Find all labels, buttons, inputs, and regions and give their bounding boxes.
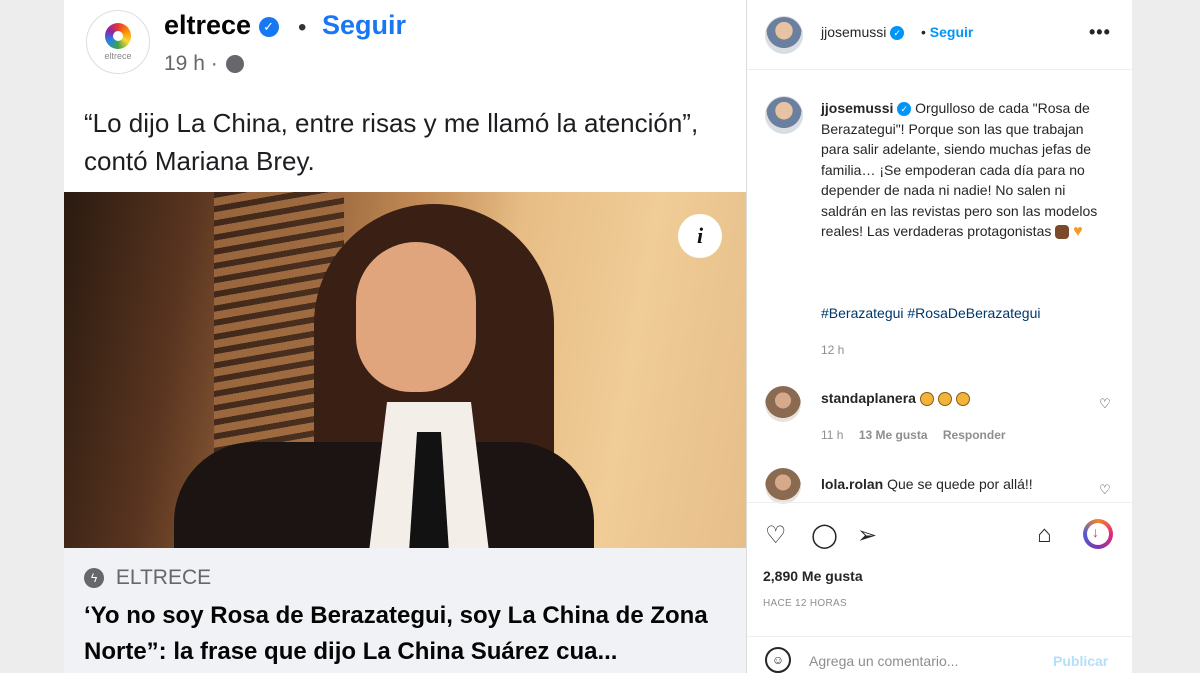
more-icon[interactable]: •••: [1089, 22, 1111, 43]
caption-avatar[interactable]: [765, 96, 803, 134]
instagram-post: jjosemussi ✓ • Seguir ••• jjosemussi ✓ O…: [746, 0, 1132, 673]
caption-username[interactable]: jjosemussi: [821, 100, 893, 116]
comment-time: 11 h: [821, 428, 844, 442]
username-row: jjosemussi ✓: [821, 24, 905, 41]
post-time[interactable]: 19 h ·: [164, 52, 218, 75]
follow-label[interactable]: Seguir: [930, 24, 974, 40]
follow-dot: •: [921, 24, 926, 40]
post-time-row: 19 h ·: [164, 52, 244, 76]
post-text: “Lo dijo La China, entre risas y me llam…: [84, 108, 699, 176]
reply-button[interactable]: Responder: [943, 428, 1006, 442]
comment: standaplanera: [821, 390, 970, 407]
caption-text: Orgulloso de cada "Rosa de Berazategui"!…: [821, 100, 1098, 239]
heart-icon[interactable]: ♡: [1099, 482, 1111, 498]
likes-count[interactable]: 2,890 Me gusta: [763, 568, 863, 584]
bookmark-icon[interactable]: ⌂: [1037, 521, 1052, 549]
page-name-row: eltrece ✓: [164, 10, 279, 41]
photo-face: [356, 242, 476, 392]
facebook-post: eltrece eltrece ✓ • Seguir 19 h · “Lo di…: [64, 0, 746, 673]
verified-badge-icon: ✓: [897, 102, 912, 117]
comment-icon[interactable]: ◯: [811, 521, 838, 550]
user-avatar[interactable]: [765, 16, 803, 54]
link-preview[interactable]: ϟ ELTRECE ‘Yo no soy Rosa de Berazategui…: [64, 548, 746, 673]
follow-button[interactable]: Seguir: [322, 10, 406, 41]
verified-badge-icon: ✓: [890, 26, 905, 41]
comment-username[interactable]: standaplanera: [821, 390, 916, 406]
hashtags[interactable]: #Berazategui #RosaDeBerazategui: [821, 305, 1040, 321]
facebook-post-header: eltrece eltrece ✓ • Seguir 19 h ·: [64, 0, 746, 90]
username[interactable]: jjosemussi: [821, 24, 886, 40]
comment: lola.rolan Que se quede por allá!!: [821, 476, 1033, 492]
bolt-icon: ϟ: [84, 568, 104, 589]
orange-heart-emoji-icon: ♥: [1073, 223, 1083, 241]
comment-avatar[interactable]: [765, 386, 801, 422]
share-icon[interactable]: ➢: [857, 521, 877, 550]
page-name[interactable]: eltrece: [164, 10, 251, 40]
clapping-emoji-icon: [937, 392, 952, 407]
globe-icon: [225, 55, 244, 74]
follow-button[interactable]: • Seguir: [921, 24, 973, 40]
clapping-emoji-icon: [919, 392, 934, 407]
smile-icon[interactable]: ☺: [765, 647, 791, 673]
comment-text: Que se quede por allá!!: [887, 476, 1033, 492]
comment-likes[interactable]: 13 Me gusta: [859, 428, 928, 442]
flexed-biceps-emoji-icon: [1055, 225, 1070, 240]
separator-dot: •: [298, 14, 307, 41]
instagram-post-header: jjosemussi ✓ • Seguir •••: [747, 0, 1132, 70]
heart-icon[interactable]: ♡: [765, 521, 787, 550]
link-source: ELTRECE: [115, 566, 212, 589]
comment-username[interactable]: lola.rolan: [821, 476, 883, 492]
eltrece-logo-text: eltrece: [104, 51, 132, 61]
comment-avatar[interactable]: [765, 468, 801, 504]
post-photo[interactable]: i: [64, 192, 746, 548]
clapping-emoji-icon: [955, 392, 970, 407]
eltrece-avatar[interactable]: eltrece: [86, 10, 150, 74]
story-share-icon[interactable]: ↓: [1083, 519, 1113, 549]
comment-input[interactable]: Agrega un comentario...: [809, 653, 958, 669]
comment-bar: ☺ Agrega un comentario... Publicar: [747, 636, 1132, 673]
heart-icon[interactable]: ♡: [1099, 396, 1111, 412]
action-bar: ♡ ◯ ➢ ⌂ ↓: [747, 502, 1132, 572]
caption: jjosemussi ✓ Orgulloso de cada "Rosa de …: [821, 98, 1111, 243]
link-source-row: ϟ ELTRECE: [84, 566, 211, 590]
comment-meta: 11 h 13 Me gusta Responder: [821, 428, 1018, 442]
caption-time: 12 h: [821, 343, 845, 357]
post-age: HACE 12 HORAS: [763, 598, 847, 609]
info-icon[interactable]: i: [678, 214, 722, 258]
link-headline[interactable]: ‘Yo no soy Rosa de Berazategui, soy La C…: [84, 598, 734, 670]
verified-badge-icon: ✓: [258, 16, 279, 37]
eltrece-logo-icon: [105, 23, 131, 49]
publish-button[interactable]: Publicar: [1053, 653, 1108, 669]
